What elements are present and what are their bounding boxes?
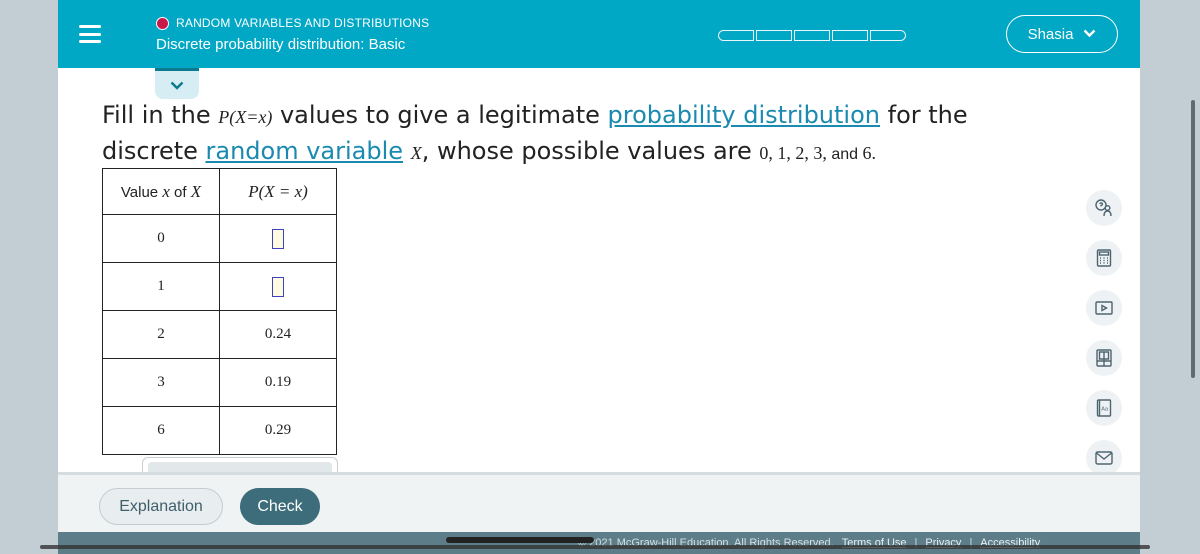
table-row: 1 (102, 262, 337, 311)
ebook-icon (1096, 349, 1112, 367)
probability-cell: 0.29 (219, 406, 337, 455)
values-list: 0, 1, 2, 3, (759, 143, 827, 163)
question-prompt: Fill in the P(X=x) values to give a legi… (102, 98, 1062, 172)
progress-segment (756, 30, 792, 41)
check-button[interactable]: Check (240, 488, 320, 525)
glossary-button[interactable]: Aa (1086, 390, 1122, 426)
answer-palette-tab[interactable] (142, 457, 338, 474)
prompt-text (403, 137, 411, 165)
probability-input-x0[interactable] (272, 228, 284, 249)
topic-line: RANDOM VARIABLES AND DISTRIBUTIONS (156, 16, 429, 30)
vertical-scrollbar[interactable] (1191, 100, 1195, 378)
svg-text:Aa: Aa (1101, 407, 1109, 413)
value-cell: 1 (102, 262, 220, 311)
prompt-text: values to give a legitimate (272, 101, 608, 129)
probability-input-x1[interactable] (272, 276, 284, 297)
table-header-row: Value x of X P(X = x) (102, 168, 337, 215)
page: RANDOM VARIABLES AND DISTRIBUTIONS Discr… (0, 0, 1200, 554)
ask-question-button[interactable] (1086, 190, 1122, 226)
question-area: Fill in the P(X=x) values to give a legi… (58, 68, 1140, 474)
left-gutter (0, 0, 58, 554)
user-menu-button[interactable]: Shasia (1006, 15, 1118, 53)
message-icon (1095, 451, 1113, 465)
progress-segment (794, 30, 830, 41)
calculator-icon (1096, 249, 1112, 267)
progress-segment (718, 30, 754, 41)
user-name: Shasia (1027, 25, 1074, 43)
prompt-text: , whose possible values are (421, 137, 760, 165)
value-cell: 0 (102, 214, 220, 263)
footer: © 2021 McGraw-Hill Education. All Rights… (58, 532, 1140, 554)
tools-sidebar: Aa (1086, 190, 1122, 476)
calculator-button[interactable] (1086, 240, 1122, 276)
probability-distribution-link[interactable]: probability distribution (608, 101, 880, 129)
progress-segment (870, 30, 906, 41)
random-variable-link[interactable]: random variable (206, 137, 404, 165)
table-row: 0 (102, 214, 337, 263)
chevron-down-icon (170, 81, 184, 90)
video-button[interactable] (1086, 290, 1122, 326)
ebook-button[interactable] (1086, 340, 1122, 376)
prompt-text: and (826, 146, 863, 163)
header-bar: RANDOM VARIABLES AND DISTRIBUTIONS Discr… (58, 0, 1140, 68)
value-cell: 2 (102, 310, 220, 359)
topic-status-dot (156, 16, 169, 30)
topic-title: RANDOM VARIABLES AND DISTRIBUTIONS (176, 16, 430, 30)
probability-cell (219, 214, 337, 263)
probability-table: Value x of X P(X = x) 0 1 2 0.24 3 0.19 (102, 168, 337, 455)
horizontal-scrollbar-track[interactable] (40, 545, 1150, 549)
column-header-probability: P(X = x) (219, 168, 337, 215)
math-variable: X (410, 143, 422, 163)
message-button[interactable] (1086, 440, 1122, 476)
value-cell: 6 (102, 406, 220, 455)
values-list-last: 6. (862, 143, 876, 163)
value-cell: 3 (102, 358, 220, 407)
column-header-value: Value x of X (102, 168, 220, 215)
collapse-header-button[interactable] (155, 68, 199, 99)
prompt-text: Fill in the (102, 101, 219, 129)
lesson-title: Discrete probability distribution: Basic (156, 36, 406, 53)
chevron-down-icon (1083, 27, 1096, 41)
math-expression: P(X=x) (218, 107, 273, 127)
glossary-icon: Aa (1096, 399, 1112, 417)
horizontal-scrollbar-thumb[interactable] (446, 537, 594, 543)
probability-cell: 0.19 (219, 358, 337, 407)
explanation-button[interactable]: Explanation (99, 488, 223, 525)
ask-question-icon (1095, 199, 1112, 217)
progress-bar (718, 30, 906, 41)
hamburger-icon[interactable] (79, 25, 101, 43)
action-bar: Explanation Check (58, 472, 1140, 532)
table-row: 2 0.24 (102, 310, 337, 359)
progress-segment (832, 30, 868, 41)
probability-cell (219, 262, 337, 311)
table-row: 3 0.19 (102, 358, 337, 407)
video-icon (1095, 301, 1113, 315)
table-row: 6 0.29 (102, 406, 337, 455)
probability-cell: 0.24 (219, 310, 337, 359)
